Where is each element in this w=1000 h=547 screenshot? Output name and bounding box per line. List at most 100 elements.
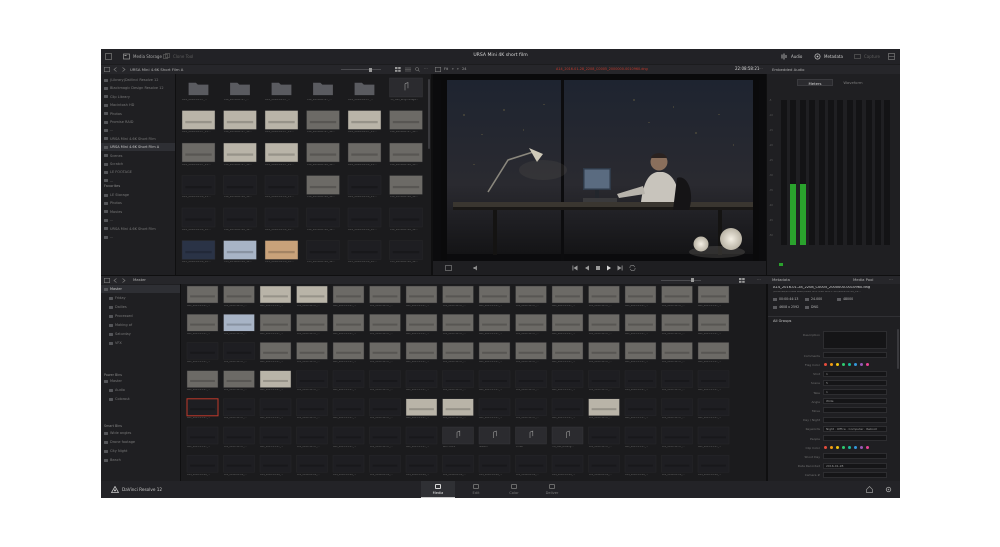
settings-gear-icon[interactable] xyxy=(885,486,892,493)
metadata-field-input[interactable] xyxy=(823,331,887,349)
options-menu-icon[interactable]: ··· xyxy=(424,67,428,71)
storage-item[interactable]: URSA Mini 4.6K Short Film A xyxy=(101,143,175,152)
color-swatch[interactable] xyxy=(836,362,839,366)
browser-toggle-icon[interactable] xyxy=(104,67,110,72)
color-swatch[interactable] xyxy=(842,362,845,366)
storage-item[interactable]: URSA Mini 4.6K Short Film xyxy=(101,135,175,143)
bin-item[interactable]: Making of xyxy=(101,321,180,329)
color-swatch[interactable] xyxy=(836,445,839,449)
forward-arrow-icon[interactable] xyxy=(121,67,126,72)
smart-bin-item[interactable]: City Night xyxy=(101,447,180,455)
page-tab-media[interactable]: Media xyxy=(421,481,455,498)
storage-item[interactable]: Blackmagic Design Resolve 12 xyxy=(101,84,175,92)
color-swatch[interactable] xyxy=(866,445,869,449)
color-swatch[interactable] xyxy=(830,362,833,366)
skip-back-icon[interactable] xyxy=(572,265,578,271)
grid-view-icon[interactable] xyxy=(395,67,401,72)
metadata-field-input[interactable] xyxy=(823,352,887,359)
metadata-options-icon[interactable]: ··· xyxy=(889,277,893,282)
pool-thumbnail-slider[interactable] xyxy=(661,278,701,282)
color-swatch[interactable] xyxy=(854,362,857,366)
bin-item[interactable]: Saturday xyxy=(101,330,180,338)
favorite-item[interactable]: Movies xyxy=(101,208,175,216)
metadata-field-input[interactable]: 1 xyxy=(823,389,887,395)
storage-item[interactable]: Clip Library xyxy=(101,93,175,101)
smart-bin-item[interactable]: Wide angles xyxy=(101,429,180,437)
color-swatch[interactable] xyxy=(848,362,851,366)
storage-item[interactable]: Promise RAID xyxy=(101,118,175,126)
search-icon[interactable] xyxy=(415,67,420,72)
capture-icon[interactable] xyxy=(854,53,861,60)
viewer-fit-chevron-icon[interactable]: ▾ xyxy=(452,67,454,71)
viewer-mode-icon[interactable] xyxy=(445,265,452,271)
pool-grid-view-icon[interactable] xyxy=(739,277,745,283)
stop-icon[interactable] xyxy=(595,265,601,271)
viewer-zoom-chevron-icon[interactable]: ▾ xyxy=(457,67,459,71)
storage-item[interactable]: Scenes xyxy=(101,152,175,160)
color-swatch[interactable] xyxy=(866,362,869,366)
layout-icon[interactable] xyxy=(888,53,895,60)
storage-item[interactable]: Photos xyxy=(101,110,175,118)
bin-item[interactable]: Dailies xyxy=(101,303,180,311)
storage-item[interactable]: (Library)DaVinci Resolve 12 xyxy=(101,76,175,84)
grid-scrollbar[interactable] xyxy=(428,79,430,149)
metadata-field-input[interactable] xyxy=(823,407,887,414)
favorite-item[interactable]: URSA Mini 4.6K Short Film xyxy=(101,225,175,233)
smart-bin-item[interactable]: Beach xyxy=(101,456,180,464)
list-view-icon[interactable] xyxy=(405,67,411,72)
power-bin-item[interactable]: Audio xyxy=(101,386,180,394)
metadata-field-input[interactable] xyxy=(823,471,887,478)
color-swatch[interactable] xyxy=(824,362,827,366)
viewer-toggle-icon[interactable] xyxy=(435,67,441,72)
metadata-field-input[interactable]: 2016-01-28 xyxy=(823,462,887,469)
bin-item[interactable]: Processed xyxy=(101,312,180,320)
color-swatch[interactable] xyxy=(842,445,845,449)
metadata-field-input[interactable] xyxy=(823,435,887,441)
metadata-scrollbar[interactable] xyxy=(897,329,899,369)
storage-item[interactable]: Scratch xyxy=(101,160,175,168)
metadata-button[interactable]: Metadata xyxy=(824,54,843,59)
play-reverse-icon[interactable] xyxy=(584,265,590,271)
bin-item[interactable]: Friday xyxy=(101,294,180,302)
back-arrow-icon[interactable] xyxy=(113,67,118,72)
pool-options-icon[interactable]: ··· xyxy=(757,277,761,282)
pool-forward-arrow-icon[interactable] xyxy=(121,277,126,283)
audio-button[interactable]: Audio xyxy=(791,54,802,59)
thumbnail-size-slider[interactable] xyxy=(341,67,381,72)
home-icon[interactable] xyxy=(866,486,873,493)
viewer-frame[interactable] xyxy=(433,74,766,261)
page-tab-color[interactable]: Color xyxy=(497,481,531,498)
storage-item[interactable]: ... xyxy=(101,126,175,134)
favorite-item[interactable]: Photos xyxy=(101,199,175,207)
smart-bin-item[interactable]: Drone footage xyxy=(101,438,180,446)
bin-item[interactable]: Master xyxy=(101,285,180,293)
color-swatch[interactable] xyxy=(824,445,827,449)
skip-forward-icon[interactable] xyxy=(617,265,623,271)
storage-item[interactable]: Macintosh HD xyxy=(101,101,175,109)
metadata-field-input[interactable] xyxy=(823,453,887,460)
viewer-options-icon[interactable]: ··· xyxy=(759,67,763,71)
metadata-icon[interactable] xyxy=(814,53,821,60)
power-bin-item[interactable]: Colorout xyxy=(101,395,180,403)
color-swatch[interactable] xyxy=(854,445,857,449)
metadata-field-input[interactable]: Wide xyxy=(823,398,887,405)
color-swatch[interactable] xyxy=(860,445,863,449)
play-icon[interactable] xyxy=(606,265,612,271)
favorite-item[interactable]: ... xyxy=(101,216,175,224)
viewer-fit-dropdown[interactable]: Fit xyxy=(444,67,448,72)
favorite-item[interactable]: LE Storage xyxy=(101,191,175,199)
page-tab-edit[interactable]: Edit xyxy=(459,481,493,498)
color-swatch[interactable] xyxy=(848,445,851,449)
storage-item[interactable]: LE FOOTAGE xyxy=(101,168,175,176)
viewer-zoom[interactable]: 24 xyxy=(462,67,467,72)
metadata-field-input[interactable]: 5 xyxy=(823,379,887,386)
loop-icon[interactable] xyxy=(629,265,636,271)
color-swatch[interactable] xyxy=(830,445,833,449)
slider-handle[interactable] xyxy=(369,67,372,72)
capture-button[interactable]: Capture xyxy=(864,54,880,59)
metadata-field-input[interactable]: 1 xyxy=(823,370,887,377)
metadata-field-input[interactable]: Night · Office · Computer · Reboot xyxy=(823,425,887,432)
favorite-item[interactable]: ... xyxy=(101,233,175,241)
color-swatch[interactable] xyxy=(860,362,863,366)
audio-icon[interactable] xyxy=(781,53,788,60)
